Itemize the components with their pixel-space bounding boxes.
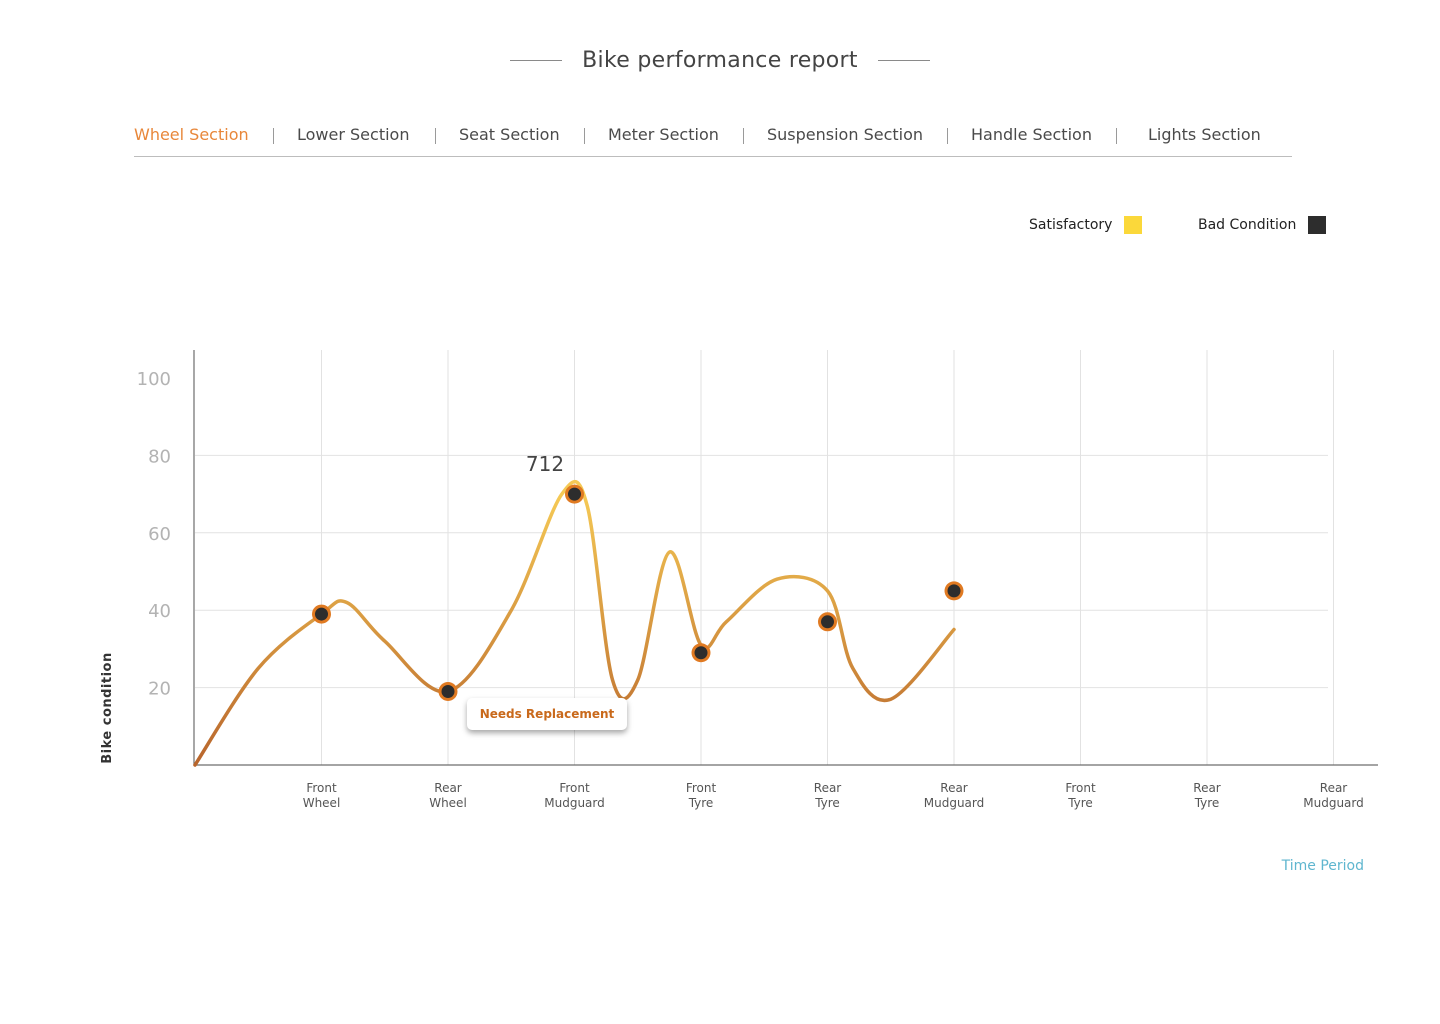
y-tick-label: 20 [148, 679, 171, 700]
x-category-label: Rear Mudguard [1303, 781, 1364, 810]
y-tick-label: 100 [137, 369, 171, 390]
data-point [568, 487, 581, 501]
x-category-label: Rear Wheel [429, 781, 467, 810]
data-point [315, 607, 328, 621]
data-point [821, 615, 834, 629]
x-category-label: Front Mudguard [544, 781, 605, 810]
x-category-label: Rear Tyre [814, 781, 842, 810]
peak-value-label: 712 [525, 452, 565, 476]
data-point [441, 684, 455, 698]
y-axis-title: Bike condition [100, 652, 115, 764]
x-category-label: Rear Tyre [1193, 781, 1221, 810]
x-category-label: Front Tyre [1065, 781, 1096, 810]
y-tick-label: 40 [148, 601, 171, 622]
x-category-label: Rear Mudguard [924, 781, 985, 810]
report-page: Bike performance report Wheel Section Lo… [0, 0, 1440, 1024]
data-point [947, 584, 961, 598]
x-axis-title: Time Period [1281, 858, 1364, 874]
y-tick-label: 80 [148, 446, 171, 467]
x-category-label: Front Tyre [686, 781, 717, 810]
needs-replacement-tooltip: Needs Replacement [467, 698, 627, 730]
x-category-label: Front Wheel [303, 781, 341, 810]
data-point [694, 646, 708, 660]
condition-line-chart: 20 40 60 80 100 Front Wheel Rear Wheel Front Mudg… [137, 350, 1378, 810]
y-tick-label: 60 [148, 524, 171, 545]
